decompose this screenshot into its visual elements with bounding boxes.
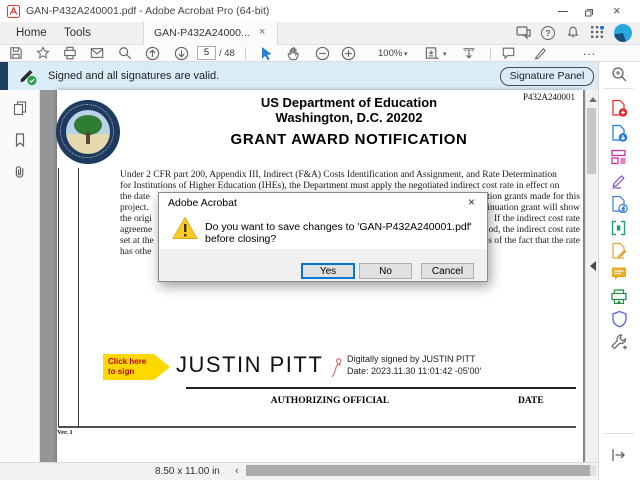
- comment-tool-icon[interactable]: [610, 265, 628, 283]
- fit-page-icon[interactable]: [424, 46, 440, 61]
- zoom-level-value[interactable]: 100%: [378, 48, 402, 59]
- cancel-button[interactable]: Cancel: [421, 263, 474, 279]
- close-icon[interactable]: ×: [613, 3, 621, 18]
- panel-divider: [604, 88, 634, 89]
- export-pdf-icon[interactable]: [610, 124, 628, 142]
- sign-tag-line1: Click here: [108, 357, 147, 366]
- body-line: Under 2 CFR part 200, Appendix III, Indi…: [120, 170, 557, 180]
- next-page-icon[interactable]: [174, 46, 189, 61]
- vertical-scrollbar-thumb[interactable]: [587, 108, 596, 174]
- select-tool-icon[interactable]: [259, 46, 273, 61]
- table-border-bottom: [58, 426, 576, 428]
- dialog-message: Do you want to save changes to 'GAN-P432…: [205, 221, 472, 245]
- create-pdf-icon[interactable]: [610, 99, 628, 117]
- fill-and-sign-icon[interactable]: [610, 172, 628, 190]
- combine-files-icon[interactable]: [610, 219, 628, 237]
- title-bar: GAN-P432A240001.pdf - Adobe Acrobat Pro …: [0, 0, 640, 22]
- scroll-up-icon[interactable]: [589, 97, 597, 102]
- restore-icon[interactable]: [584, 7, 594, 17]
- print-icon[interactable]: [63, 46, 77, 60]
- request-signatures-icon[interactable]: [610, 242, 628, 260]
- signature-underline: [186, 387, 576, 389]
- page-thumbnails-icon[interactable]: [12, 100, 28, 116]
- panel-collapse-arrow-icon[interactable]: [590, 261, 596, 271]
- signature-name[interactable]: JUSTIN PITT: [176, 352, 323, 378]
- zoom-out-icon[interactable]: [315, 46, 330, 61]
- expand-panel-icon[interactable]: [610, 448, 626, 462]
- tab-home[interactable]: Home: [16, 27, 47, 39]
- authorizing-official-label: AUTHORIZING OFFICIAL: [270, 396, 390, 406]
- save-icon[interactable]: [9, 46, 23, 60]
- account-avatar[interactable]: [614, 24, 632, 42]
- signature-panel-button[interactable]: Signature Panel: [500, 67, 594, 86]
- dept-header-line2: Washington, D.C. 20202: [275, 110, 423, 125]
- dept-header-line1: US Department of Education: [260, 95, 438, 110]
- dialog-title: Adobe Acrobat: [168, 197, 237, 209]
- window-title: GAN-P432A240001.pdf - Adobe Acrobat Pro …: [26, 5, 270, 17]
- feedback-icon[interactable]: [516, 26, 531, 39]
- notifications-bell-icon[interactable]: [566, 25, 580, 39]
- more-tools-wrench-icon[interactable]: [610, 333, 628, 351]
- zoom-in-icon[interactable]: [341, 46, 356, 61]
- digital-signature-flourish-icon: [331, 358, 342, 378]
- signature-valid-icon: [20, 70, 37, 86]
- fit-width-icon[interactable]: [461, 46, 477, 61]
- organize-pages-icon[interactable]: [610, 148, 628, 166]
- page-size-label: 8.50 x 11.00 in: [155, 466, 220, 477]
- warning-icon: [172, 216, 198, 239]
- toolbar-divider: [245, 47, 246, 60]
- search-icon[interactable]: [118, 46, 132, 60]
- dialog-close-icon[interactable]: ×: [468, 195, 475, 209]
- table-border-inner: [78, 168, 79, 427]
- acrobat-app-icon: [7, 5, 20, 18]
- seal-inner-art: [66, 110, 110, 154]
- minimize-icon[interactable]: [558, 11, 568, 12]
- attachments-paperclip-icon[interactable]: [12, 164, 28, 180]
- bookmarks-icon[interactable]: [12, 132, 28, 148]
- comment-icon[interactable]: [501, 46, 516, 60]
- digital-signature-line1: Digitally signed by JUSTIN PITT: [347, 354, 476, 364]
- help-icon[interactable]: ?: [541, 26, 555, 40]
- horizontal-scrollbar-thumb[interactable]: [246, 465, 590, 476]
- fit-page-caret-icon[interactable]: ▾: [443, 50, 447, 58]
- yes-button[interactable]: Yes: [301, 263, 355, 279]
- body-line: for Institutions of Higher Education (IH…: [120, 181, 560, 191]
- protect-shield-icon[interactable]: [611, 310, 628, 328]
- tab-tools[interactable]: Tools: [64, 27, 91, 39]
- form-version: Ver. 1: [57, 429, 73, 436]
- zoom-caret-icon[interactable]: ▾: [404, 50, 408, 58]
- edit-pdf-icon[interactable]: [610, 195, 628, 213]
- save-changes-dialog: Adobe Acrobat × Do you want to save chan…: [158, 192, 488, 282]
- favorite-star-icon[interactable]: [36, 46, 50, 60]
- previous-page-icon[interactable]: [145, 46, 160, 61]
- highlighter-icon[interactable]: [532, 46, 548, 61]
- toolbar-divider: [490, 47, 491, 60]
- tab-document-label: GAN-P432A24000...: [154, 27, 250, 39]
- grant-award-title: GRANT AWARD NOTIFICATION: [230, 131, 468, 148]
- date-label: DATE: [518, 396, 544, 406]
- acrobat-window: GAN-P432A240001.pdf - Adobe Acrobat Pro …: [0, 0, 640, 480]
- hand-tool-icon[interactable]: [286, 46, 301, 61]
- page-count-label: / 48: [219, 48, 235, 59]
- email-icon[interactable]: [90, 46, 104, 60]
- table-border-left: [58, 168, 59, 427]
- apps-grid-icon[interactable]: [591, 26, 604, 39]
- no-button[interactable]: No: [359, 263, 412, 279]
- scan-ocr-icon[interactable]: [610, 288, 628, 306]
- search-tools-icon[interactable]: [611, 66, 628, 83]
- page-number-input[interactable]: 5: [197, 46, 216, 60]
- signature-status-message: Signed and all signatures are valid.: [48, 70, 220, 82]
- tab-document[interactable]: GAN-P432A24000... ×: [143, 22, 278, 45]
- sign-tag-line2: to sign: [108, 367, 135, 376]
- signature-panel-strip: [0, 62, 8, 90]
- panel-divider: [604, 433, 634, 434]
- more-tools-icon[interactable]: ...: [583, 44, 596, 58]
- digital-signature-line2: Date: 2023.11.30 11:01:42 -05'00': [347, 366, 482, 376]
- scroll-left-icon[interactable]: ‹: [235, 465, 239, 477]
- tab-close-icon[interactable]: ×: [259, 26, 265, 38]
